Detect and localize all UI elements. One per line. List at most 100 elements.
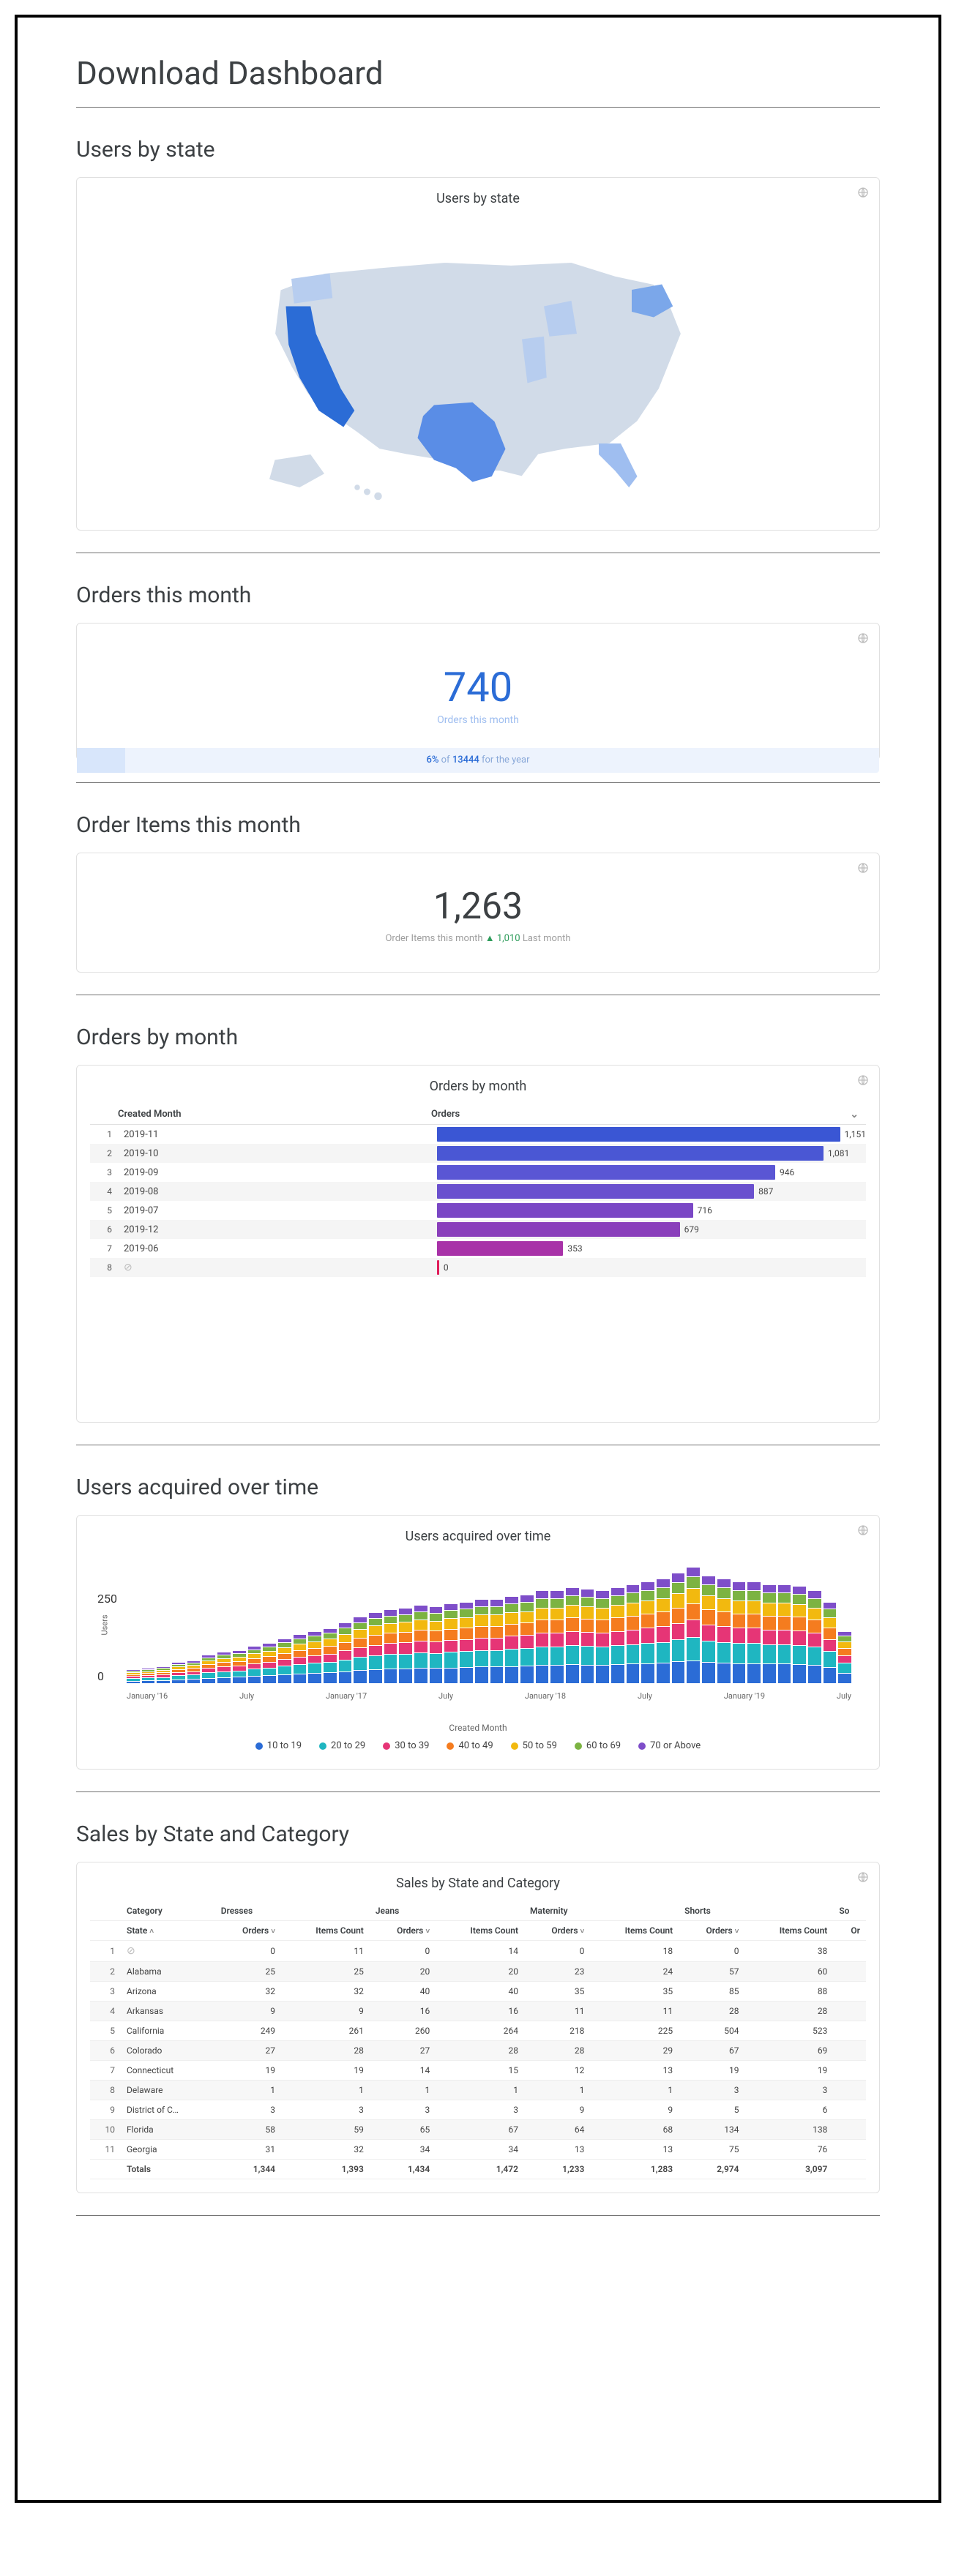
stacked-bar[interactable] xyxy=(657,1579,670,1683)
stacked-bar[interactable] xyxy=(763,1584,776,1683)
globe-icon[interactable] xyxy=(857,862,869,874)
stacked-bar[interactable] xyxy=(460,1602,473,1683)
globe-icon[interactable] xyxy=(857,632,869,644)
stacked-bar[interactable] xyxy=(294,1634,307,1683)
stacked-bar[interactable] xyxy=(142,1668,155,1683)
col-header-created-month[interactable]: Created Month xyxy=(112,1109,425,1120)
stacked-bar[interactable] xyxy=(399,1608,412,1683)
stacked-bar[interactable] xyxy=(672,1573,685,1683)
table-row[interactable]: 6Colorado2728272828296769 xyxy=(90,2041,866,2061)
globe-icon[interactable] xyxy=(857,1871,869,1883)
stacked-bar[interactable] xyxy=(157,1666,170,1683)
stacked-bar[interactable] xyxy=(127,1669,140,1683)
stacked-bar[interactable] xyxy=(536,1590,549,1683)
stacked-bar[interactable] xyxy=(278,1639,291,1683)
stacked-bar[interactable] xyxy=(611,1587,624,1683)
table-row[interactable]: 9District of C…33339956 xyxy=(90,2100,866,2120)
card-title: Sales by State and Category xyxy=(90,1876,866,1891)
stacked-bar[interactable] xyxy=(202,1655,215,1683)
globe-icon[interactable] xyxy=(857,1524,869,1536)
stacked-bar[interactable] xyxy=(627,1584,640,1683)
column-header-row[interactable]: State˄ Orders˅ Items Count Orders˅ Items… xyxy=(90,1921,866,1941)
stacked-bar[interactable] xyxy=(566,1587,579,1683)
stacked-bar[interactable] xyxy=(520,1595,534,1683)
users-acquired-chart[interactable]: Users 0 250 January '16JulyJanuary '17Ju… xyxy=(119,1554,859,1701)
state-hawaii[interactable] xyxy=(354,484,382,500)
table-row[interactable]: 72019-06353 xyxy=(90,1239,866,1258)
legend-item[interactable]: 50 to 59 xyxy=(511,1740,557,1751)
stacked-bar[interactable] xyxy=(172,1662,185,1683)
legend-item[interactable]: 70 or Above xyxy=(638,1740,701,1751)
legend-item[interactable]: 20 to 29 xyxy=(319,1740,365,1751)
stacked-bar[interactable] xyxy=(444,1603,458,1683)
stacked-bar[interactable] xyxy=(838,1631,851,1683)
stacked-bar[interactable] xyxy=(550,1590,564,1683)
state-michigan[interactable] xyxy=(544,301,577,337)
stacked-bar[interactable] xyxy=(263,1643,276,1683)
legend-item[interactable]: 10 to 19 xyxy=(255,1740,302,1751)
table-row[interactable]: 11Georgia3132343413137576 xyxy=(90,2140,866,2160)
order-items-value[interactable]: 1,263 xyxy=(90,886,866,928)
table-row[interactable]: 22019-101,081 xyxy=(90,1144,866,1163)
stacked-bar[interactable] xyxy=(354,1617,367,1683)
stacked-bar[interactable] xyxy=(717,1579,731,1683)
stacked-bar[interactable] xyxy=(187,1660,201,1683)
year-progress-bar: 6% of 13444 for the year xyxy=(77,748,879,773)
sales-table[interactable]: Category Dresses Jeans Maternity Shorts … xyxy=(90,1901,866,2179)
stacked-bar[interactable] xyxy=(430,1606,443,1683)
category-header-row: Category Dresses Jeans Maternity Shorts … xyxy=(90,1901,866,1921)
card-title: Orders by month xyxy=(90,1079,866,1094)
stacked-bar[interactable] xyxy=(475,1599,488,1683)
stacked-bar[interactable] xyxy=(490,1599,504,1683)
stacked-bar[interactable] xyxy=(414,1605,427,1683)
us-states-map[interactable] xyxy=(90,217,866,517)
stacked-bar[interactable] xyxy=(369,1612,382,1683)
table-row[interactable]: 4Arkansas99161611112828 xyxy=(90,2002,866,2021)
table-row[interactable]: 32019-09946 xyxy=(90,1163,866,1182)
table-row[interactable]: 8⊘0 xyxy=(90,1258,866,1277)
divider xyxy=(76,782,880,783)
stacked-bar[interactable] xyxy=(641,1581,654,1683)
legend-item[interactable]: 30 to 39 xyxy=(383,1740,429,1751)
table-row[interactable]: 5California249261260264218225504523 xyxy=(90,2021,866,2041)
table-row[interactable]: 12019-111,151 xyxy=(90,1125,866,1144)
stacked-bar[interactable] xyxy=(505,1596,518,1683)
globe-icon[interactable] xyxy=(857,187,869,198)
stacked-bar[interactable] xyxy=(248,1646,261,1683)
stacked-bar[interactable] xyxy=(384,1609,397,1683)
table-row[interactable]: 10Florida585965676468134138 xyxy=(90,2120,866,2140)
table-row[interactable]: 62019-12679 xyxy=(90,1220,866,1239)
stacked-bar[interactable] xyxy=(824,1602,837,1683)
stacked-bar[interactable] xyxy=(581,1589,594,1683)
state-alaska[interactable] xyxy=(269,454,324,487)
table-row[interactable]: 7Connecticut1919141512131919 xyxy=(90,2061,866,2081)
table-row[interactable]: 42019-08887 xyxy=(90,1182,866,1201)
stacked-bar[interactable] xyxy=(687,1567,700,1683)
table-row[interactable]: 1⊘011014018038 xyxy=(90,1941,866,1962)
order-items-subtitle: Order Items this month ▲ 1,010 Last mont… xyxy=(90,932,866,944)
stacked-bar[interactable] xyxy=(233,1650,246,1683)
stacked-bar[interactable] xyxy=(702,1576,715,1683)
globe-icon[interactable] xyxy=(857,1074,869,1086)
legend-item[interactable]: 60 to 69 xyxy=(575,1740,621,1751)
stacked-bar[interactable] xyxy=(324,1628,337,1683)
sort-desc-icon: ˅ xyxy=(271,1928,275,1936)
legend-item[interactable]: 40 to 49 xyxy=(447,1740,493,1751)
stacked-bar[interactable] xyxy=(793,1586,806,1683)
col-header-orders[interactable]: Orders xyxy=(425,1109,866,1120)
stacked-bar[interactable] xyxy=(308,1631,321,1683)
stacked-bar[interactable] xyxy=(747,1581,761,1683)
table-row[interactable]: 2Alabama2525202023245760 xyxy=(90,1962,866,1982)
stacked-bar[interactable] xyxy=(217,1652,231,1683)
stacked-bar[interactable] xyxy=(733,1581,746,1683)
stacked-bar[interactable] xyxy=(339,1622,352,1683)
x-axis-ticks: January '16JulyJanuary '17JulyJanuary '1… xyxy=(127,1691,851,1701)
state-florida[interactable] xyxy=(599,443,638,487)
stacked-bar[interactable] xyxy=(808,1590,821,1683)
table-row[interactable]: 52019-07716 xyxy=(90,1201,866,1220)
table-row[interactable]: 8Delaware11111133 xyxy=(90,2081,866,2100)
stacked-bar[interactable] xyxy=(596,1590,609,1683)
table-row[interactable]: 3Arizona3232404035358588 xyxy=(90,1982,866,2002)
orders-this-month-value[interactable]: 740 xyxy=(90,663,866,711)
stacked-bar[interactable] xyxy=(778,1584,791,1683)
